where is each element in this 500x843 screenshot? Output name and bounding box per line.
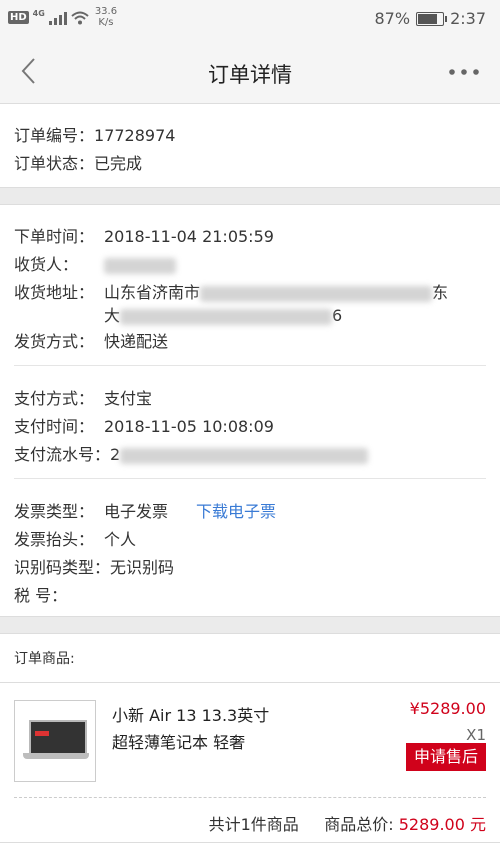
battery-level [418,13,438,24]
address-line1: 山东省济南市 [104,283,201,302]
product-name-line2: 超轻薄笔记本 轻奢 [112,733,246,752]
product-card[interactable]: 小新 Air 13 13.3英寸 超轻薄笔记本 轻奢 ¥5289.00 X1 申… [0,683,500,843]
address-line1-tail: 东 [432,283,449,302]
pay-time-row: 支付时间： 2018-11-05 10:08:09 [14,413,274,437]
divider [14,365,486,366]
address-line2: 大 [104,306,121,325]
battery-percent: 87% [374,9,411,28]
shipping-row: 发货方式： 快递配送 [14,328,168,352]
nav-header: 订单详情 [0,40,500,103]
dashed-divider [14,797,486,798]
receiver-redacted [104,257,176,274]
tax-number-label: 税 号： [14,586,68,605]
product-qty: X1 [466,726,486,744]
product-name-line1: 小新 Air 13 13.3英寸 [112,706,270,725]
pay-serial-row: 支付流水号：2 [14,441,369,465]
pay-method-label: 支付方式： [14,389,95,408]
summary-total-label: 商品总价: [324,815,394,834]
invoice-title-row: 发票抬头： 个人 [14,526,136,550]
order-details-section: 下单时间： 2018-11-04 21:05:59 收货人： 收货地址： 山东省济南… [0,204,500,617]
order-time-label: 下单时间： [14,227,95,246]
pay-serial-label: 支付流水号： [14,445,111,464]
address-redacted-1 [200,285,433,302]
shipping-label: 发货方式： [14,332,95,351]
order-status-value: 已完成 [94,154,143,173]
invoice-title-label: 发票抬头： [14,530,95,549]
order-number-label: 订单编号： [14,126,95,145]
more-options-icon[interactable] [448,62,480,82]
invoice-type-label: 发票类型： [14,502,95,521]
net-speed-value: 33.6 [94,6,118,17]
product-price: ¥5289.00 [409,699,486,718]
order-info-section: 订单编号：17728974 订单状态：已完成 [0,103,500,188]
pay-time-label: 支付时间： [14,417,95,436]
address-line2-tail: 6 [332,306,343,325]
summary-count: 共计1件商品 [208,815,299,834]
divider [14,478,486,479]
order-time-value: 2018-11-04 21:05:59 [104,227,274,246]
net-speed-unit: K/s [98,17,114,28]
products-label: 订单商品: [14,651,75,667]
laptop-base [23,753,89,759]
network-type: 4G [32,9,45,18]
order-status-row: 订单状态：已完成 [14,150,142,174]
order-summary: 共计1件商品 商品总价: 5289.00 元 [209,811,486,835]
products-header: 订单商品: [0,633,500,683]
address-row: 收货地址： 山东省济南市 东 [14,279,448,303]
receiver-label: 收货人： [14,255,79,274]
net-speed: 33.6 K/s [95,6,117,28]
pay-method-value: 支付宝 [104,389,153,408]
tax-number-row: 税 号： [14,582,67,606]
battery-icon [416,11,448,26]
id-type-row: 识别码类型：无识别码 [14,554,174,578]
id-type-label: 识别码类型： [14,558,111,577]
pay-time-value: 2018-11-05 10:08:09 [104,417,274,436]
shipping-value: 快递配送 [104,332,169,351]
order-status-label: 订单状态： [14,154,95,173]
hd-badge: HD [8,11,29,24]
product-thumbnail[interactable] [14,700,96,782]
order-number-row: 订单编号：17728974 [14,122,175,146]
download-einvoice-link[interactable]: 下载电子票 [196,498,276,522]
address-redacted-2 [120,308,333,325]
address-label: 收货地址： [14,283,95,302]
status-bar: HD 4G 33.6 K/s 87% 2:37 [0,0,500,40]
laptop-image [29,720,87,755]
after-sale-button[interactable]: 申请售后 [406,743,486,771]
summary-total-value: 5289.00 元 [398,815,486,834]
invoice-type-row: 发票类型： 电子发票 下载电子票 [14,498,276,522]
invoice-type-value: 电子发票 [104,502,169,521]
pay-serial-redacted [120,447,369,464]
pay-method-row: 支付方式： 支付宝 [14,385,152,409]
page-title: 订单详情 [208,63,292,87]
wifi-icon [71,11,89,25]
order-time-row: 下单时间： 2018-11-04 21:05:59 [14,223,274,247]
invoice-title-value: 个人 [104,530,137,549]
address-row-2: 大6 [104,302,342,326]
receiver-row: 收货人： [14,251,176,275]
signal-icon [48,11,67,25]
product-name[interactable]: 小新 Air 13 13.3英寸 超轻薄笔记本 轻奢 [112,702,269,756]
id-type-value: 无识别码 [110,558,175,577]
clock: 2:37 [450,9,486,28]
order-number-value: 17728974 [94,126,176,145]
pay-serial-prefix: 2 [110,445,121,464]
